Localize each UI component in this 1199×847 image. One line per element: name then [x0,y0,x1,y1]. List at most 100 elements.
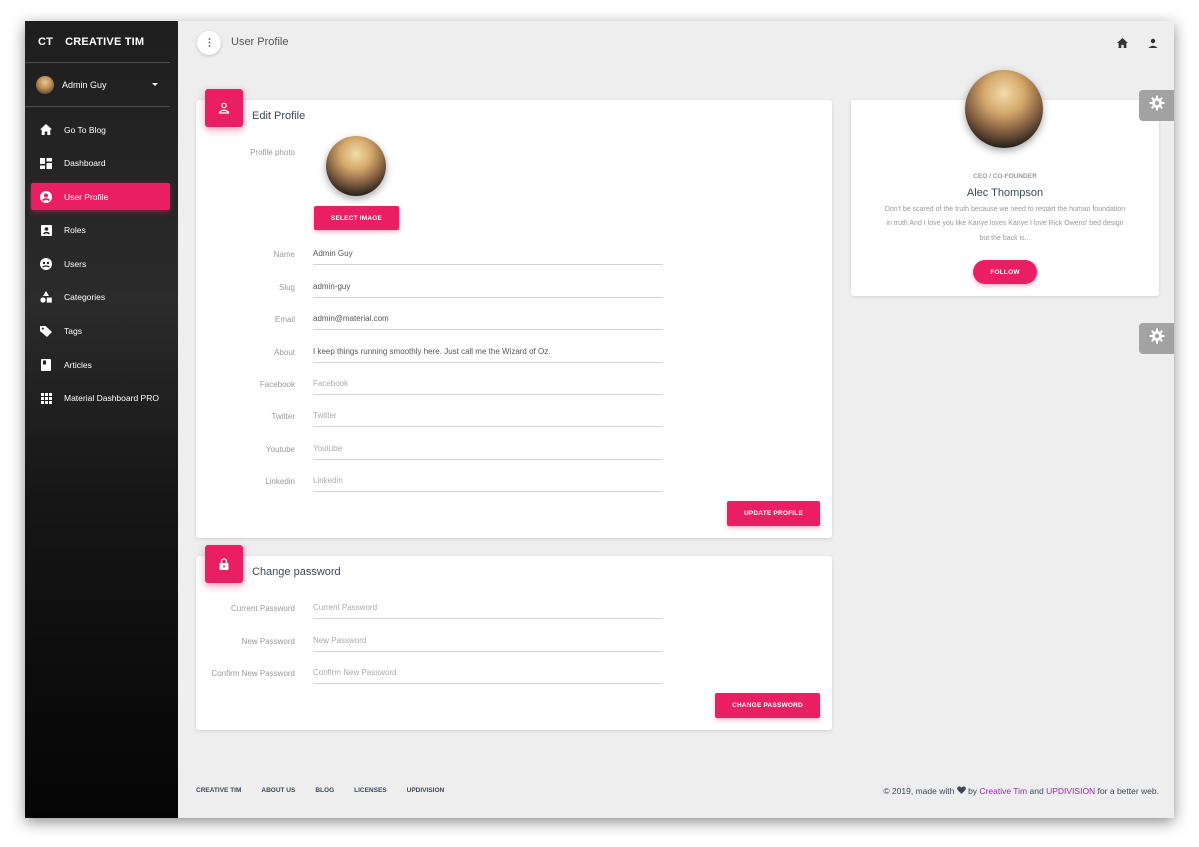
field-label: About [274,348,295,357]
supervised-user-icon [39,257,53,271]
sidebar: CT CREATIVE TIM Admin Guy Go To Blog Das… [25,21,178,818]
profile-photo [326,136,386,196]
field-label: Youtube [265,445,295,454]
confirm-password-input[interactable]: Confirm New Password [313,664,663,684]
confirm-password-row: Confirm New Password Confirm New Passwor… [196,664,666,684]
footer-link-creative-tim[interactable]: CREATIVE TIM [196,787,241,794]
sidebar-item-dashboard[interactable]: Dashboard [31,150,170,177]
update-profile-button[interactable]: UPDATE PROFILE [727,501,820,526]
avatar [36,75,54,94]
card-title: Change password [252,566,341,578]
sidebar-item-label: Tags [64,326,82,337]
new-password-row: New Password New Password [196,632,666,652]
footer-link-updivision-copy[interactable]: UPDIVISION [1046,786,1095,796]
profile-card: CEO / CO-FOUNDER Alec Thompson Don't be … [851,70,1159,296]
slug-row: Slug admin-guy [196,278,666,298]
copy-by: by [968,786,978,796]
profile-role: CEO / CO-FOUNDER [973,173,1037,180]
footer-link-updivision[interactable]: UPDIVISION [407,787,445,794]
chevron-down-icon [152,83,158,86]
top-icons [1117,35,1158,53]
sidebar-item-label: Dashboard [64,158,106,169]
sidebar-item-label: Articles [64,359,92,370]
sidebar-item-user-profile[interactable]: User Profile [31,183,170,211]
name-input[interactable]: Admin Guy [313,245,663,265]
footer-links: CREATIVE TIM ABOUT US BLOG LICENSES UPDI… [196,787,444,794]
change-password-button[interactable]: CHANGE PASSWORD [715,693,820,718]
linkedin-input[interactable]: Linkedin [313,472,663,492]
account-circle-icon [39,190,53,204]
tag-icon [39,324,53,338]
twitter-input[interactable]: Twitter [313,407,663,427]
facebook-input[interactable]: Facebook [313,375,663,395]
email-input[interactable]: admin@material.com [313,310,663,330]
brand-name: CREATIVE TIM [65,35,145,48]
sidebar-item-tags[interactable]: Tags [31,318,170,345]
field-label: Email [274,315,295,324]
footer-link-creative-tim-copy[interactable]: Creative Tim [979,786,1027,796]
sidebar-item-label: Categories [64,292,106,303]
youtube-input[interactable]: Youtube [313,440,663,460]
field-label: New Password [241,637,295,646]
apps-icon [39,391,53,405]
gear-icon [1149,95,1165,116]
person-outline-icon [205,89,243,127]
home-icon[interactable] [1117,35,1128,53]
profile-bio-line-2: in truth And I love you like Kanye loves… [886,220,1124,227]
category-icon [39,290,53,304]
sidebar-user-name: Admin Guy [62,79,107,90]
sidebar-item-categories[interactable]: Categories [31,284,170,311]
home-icon [39,123,53,137]
sidebar-user[interactable]: Admin Guy [25,63,170,107]
sidebar-item-users[interactable]: Users [31,250,170,277]
profile-bio-line-3: but the back is... [979,235,1031,242]
edit-profile-card: Edit Profile Profile photo SELECT IMAGE … [196,89,832,538]
sidebar-item-roles[interactable]: Roles [31,217,170,244]
sidebar-item-material-dashboard-pro[interactable]: Material Dashboard PRO [31,385,170,412]
linkedin-row: Linkedin Linkedin [196,472,666,492]
sidebar-nav: Go To Blog Dashboard User Profile Roles … [25,116,178,412]
top-navbar: User Profile [178,21,1174,63]
slug-input[interactable]: admin-guy [313,278,663,298]
dashboard-icon [39,156,53,170]
person-icon[interactable] [1148,35,1158,53]
more-vert-icon [208,34,211,52]
heart-icon [956,786,966,796]
sidebar-item-label: Users [64,258,87,269]
sidebar-item-label: Roles [64,225,86,236]
app-window: CT CREATIVE TIM Admin Guy Go To Blog Das… [25,21,1174,818]
copy-suffix: for a better web. [1097,786,1159,796]
field-label: Name [273,250,295,259]
sidebar-item-label: User Profile [64,191,109,202]
about-input[interactable]: I keep things running smoothly here. Jus… [313,343,663,363]
footer: CREATIVE TIM ABOUT US BLOG LICENSES UPDI… [196,784,1159,800]
sidebar-item-go-to-blog[interactable]: Go To Blog [31,116,170,143]
follow-button[interactable]: FOLLOW [973,260,1037,284]
select-image-button[interactable]: SELECT IMAGE [314,206,399,230]
footer-link-about-us[interactable]: ABOUT US [261,787,295,794]
lock-icon [205,545,243,583]
field-label: Profile photo [250,148,295,157]
footer-link-licenses[interactable]: LICENSES [354,787,387,794]
sidebar-item-articles[interactable]: Articles [31,351,170,378]
about-row: About I keep things running smoothly her… [196,343,666,363]
sidebar-item-label: Go To Blog [64,124,106,135]
field-label: Twitter [271,412,295,421]
sidebar-toggle-button[interactable] [197,31,221,55]
settings-toggle-button[interactable] [1139,90,1174,121]
assignment-ind-icon [39,223,53,237]
current-password-row: Current Password Current Password [196,599,666,619]
brand-mini: CT [38,35,54,48]
youtube-row: Youtube Youtube [196,440,666,460]
brand-logo[interactable]: CT CREATIVE TIM [25,21,170,63]
current-password-input[interactable]: Current Password [313,599,663,619]
sidebar-item-label: Material Dashboard PRO [64,393,159,404]
change-password-card: Change password Current Password Current… [196,545,832,730]
copy-and: and [1029,786,1044,796]
profile-name: Alec Thompson [966,187,1044,199]
facebook-row: Facebook Facebook [196,375,666,395]
new-password-input[interactable]: New Password [313,632,663,652]
settings-toggle-button-2[interactable] [1139,323,1174,354]
footer-link-blog[interactable]: BLOG [315,787,334,794]
profile-photo-row: Profile photo [196,143,666,163]
